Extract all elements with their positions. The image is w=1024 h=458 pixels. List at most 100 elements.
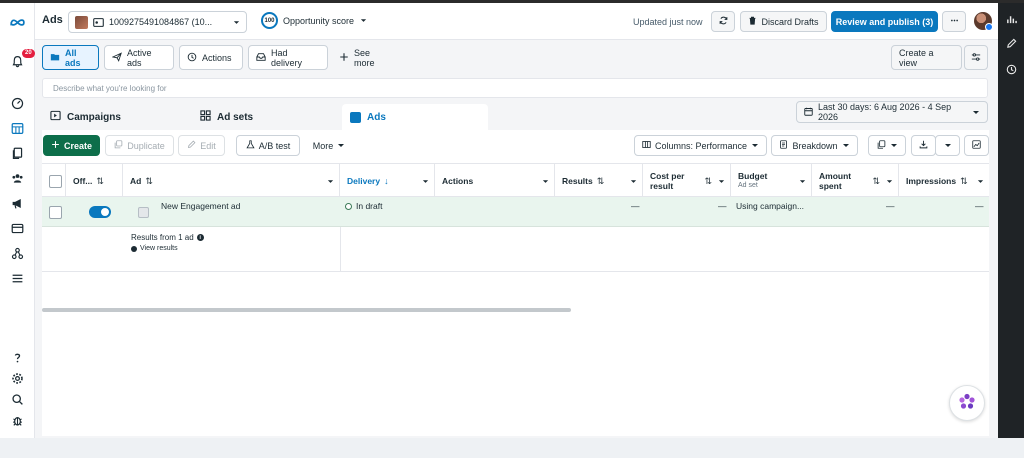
chevron-down-icon [944, 142, 952, 150]
sort-arrows-icon[interactable]: ⇅ [145, 176, 153, 187]
view-actions[interactable]: Actions [179, 45, 243, 70]
billing-card-icon[interactable] [9, 220, 26, 237]
columns-label: Columns: Performance [654, 140, 748, 151]
table-row[interactable]: New Engagement ad In draft — — Using cam… [42, 197, 989, 227]
pencil-icon [187, 140, 196, 151]
notifications-bell-icon[interactable]: 20 [9, 49, 35, 70]
create-button[interactable]: Create [43, 135, 100, 156]
review-and-publish-button[interactable]: Review and publish (3) [831, 11, 938, 32]
column-menu-icon[interactable] [542, 177, 549, 184]
results-summary-row: Results from 1 ad i View results [42, 227, 989, 272]
view-all-ads-label: All ads [65, 47, 81, 68]
export-options-dropdown[interactable] [935, 135, 960, 156]
pages-copy-icon[interactable] [9, 145, 26, 162]
sort-arrows-icon[interactable]: ⇅ [96, 176, 104, 187]
refresh-button[interactable] [711, 11, 735, 32]
dashboard-gauge-icon[interactable] [9, 95, 26, 112]
ad-on-off-toggle[interactable] [89, 206, 111, 218]
view-active-ads[interactable]: Active ads [104, 45, 174, 70]
col-actions[interactable]: Actions [435, 164, 555, 198]
events-manager-icon[interactable] [9, 245, 26, 262]
create-view-button[interactable]: Create a view [891, 45, 962, 70]
tab-ad-sets[interactable]: Ad sets [192, 104, 332, 130]
search-icon[interactable] [9, 391, 26, 408]
tab-campaigns[interactable]: Campaigns [42, 104, 182, 130]
help-question-icon[interactable] [9, 349, 26, 366]
col-cost-per-result[interactable]: Cost per result ⇅ [643, 164, 731, 198]
col-results[interactable]: Results ⇅ [555, 164, 643, 198]
duplicate-button[interactable]: Duplicate [105, 135, 174, 156]
discard-drafts-button[interactable]: Discard Drafts [740, 11, 827, 32]
view-results-link[interactable]: View results [131, 245, 178, 252]
delivery-status: In draft [356, 201, 383, 211]
reports-dropdown[interactable] [868, 135, 906, 156]
export-button[interactable] [911, 135, 936, 156]
ad-name[interactable]: New Engagement ad [161, 201, 240, 211]
sort-down-arrow-icon[interactable]: ↓ [384, 176, 389, 186]
sort-arrows-icon[interactable]: ⇅ [704, 176, 712, 186]
column-menu-icon[interactable] [886, 177, 893, 184]
report-bug-icon[interactable] [9, 412, 26, 429]
sort-arrows-icon[interactable]: ⇅ [872, 176, 880, 186]
col-delivery[interactable]: Delivery ↓ [340, 164, 435, 198]
sort-arrows-icon[interactable]: ⇅ [597, 176, 605, 187]
ads-manager-table-icon[interactable] [9, 120, 26, 137]
column-menu-icon[interactable] [422, 177, 429, 184]
bar-chart-icon[interactable] [1004, 12, 1018, 26]
settings-gear-icon[interactable] [9, 370, 26, 387]
tab-ads[interactable]: Ads [342, 104, 488, 130]
tab-ad-sets-label: Ad sets [217, 111, 254, 123]
audiences-people-icon[interactable] [9, 170, 26, 187]
view-had-delivery[interactable]: Had delivery [248, 45, 328, 70]
campaign-megaphone-icon[interactable] [9, 195, 26, 212]
opportunity-score-dropdown[interactable]: 100 Opportunity score [261, 12, 367, 29]
view-all-ads[interactable]: All ads [42, 45, 99, 70]
more-dots-icon [950, 16, 959, 27]
edit-button[interactable]: Edit [178, 135, 225, 156]
report-copy-icon [877, 140, 886, 151]
edit-pencil-icon[interactable] [1004, 36, 1018, 50]
date-range-picker[interactable]: Last 30 days: 6 Aug 2026 - 4 Sep 2026 [796, 101, 988, 123]
meta-logo-icon[interactable] [9, 14, 26, 31]
inbox-icon [256, 52, 266, 64]
eye-icon [131, 245, 137, 252]
info-icon[interactable]: i [196, 234, 204, 241]
plus-icon [339, 52, 349, 64]
paper-plane-icon [111, 51, 122, 64]
column-menu-icon[interactable] [630, 177, 637, 184]
col-off-on[interactable]: Off... ⇅ [66, 164, 123, 198]
breakdown-dropdown[interactable]: Breakdown [771, 135, 858, 156]
more-options-button[interactable] [942, 11, 966, 32]
columns-dropdown[interactable]: Columns: Performance [634, 135, 767, 156]
col-delivery-label: Delivery [347, 176, 381, 186]
create-label: Create [63, 140, 92, 151]
column-menu-icon[interactable] [799, 177, 806, 184]
ab-test-button[interactable]: A/B test [236, 135, 300, 156]
charts-button[interactable] [964, 135, 989, 156]
select-all-checkbox[interactable] [49, 174, 62, 188]
ai-flower-icon [957, 392, 977, 414]
horizontal-scrollbar[interactable] [42, 308, 571, 312]
col-impressions[interactable]: Impressions ⇅ [899, 164, 989, 198]
search-input[interactable]: Describe what you're looking for [42, 78, 988, 98]
download-icon [919, 140, 928, 151]
col-budget[interactable]: Budget Ad set [731, 164, 812, 198]
ai-assistant-button[interactable] [949, 385, 985, 421]
review-and-publish-label: Review and publish (3) [835, 16, 934, 27]
ad-name-cell[interactable]: New Engagement ad [161, 197, 240, 215]
column-menu-icon[interactable] [327, 177, 334, 184]
column-menu-icon[interactable] [977, 177, 984, 184]
see-more-views-button[interactable]: See more [332, 45, 396, 70]
sort-arrows-icon[interactable]: ⇅ [960, 176, 968, 187]
row-checkbox[interactable] [49, 205, 62, 219]
top-bar: Ads 1009275491084867 (10... 100 Opportun… [35, 3, 998, 40]
view-settings-button[interactable] [964, 45, 988, 70]
more-actions-dropdown[interactable]: More [306, 135, 352, 156]
all-tools-menu-icon[interactable] [9, 270, 26, 287]
column-menu-icon[interactable] [718, 177, 725, 184]
col-amount-spent[interactable]: Amount spent ⇅ [812, 164, 899, 198]
col-ad[interactable]: Ad ⇅ [123, 164, 340, 198]
history-clock-icon[interactable] [1004, 62, 1018, 76]
breakdown-label: Breakdown [792, 140, 838, 151]
ad-account-select[interactable]: 1009275491084867 (10... [68, 11, 247, 33]
